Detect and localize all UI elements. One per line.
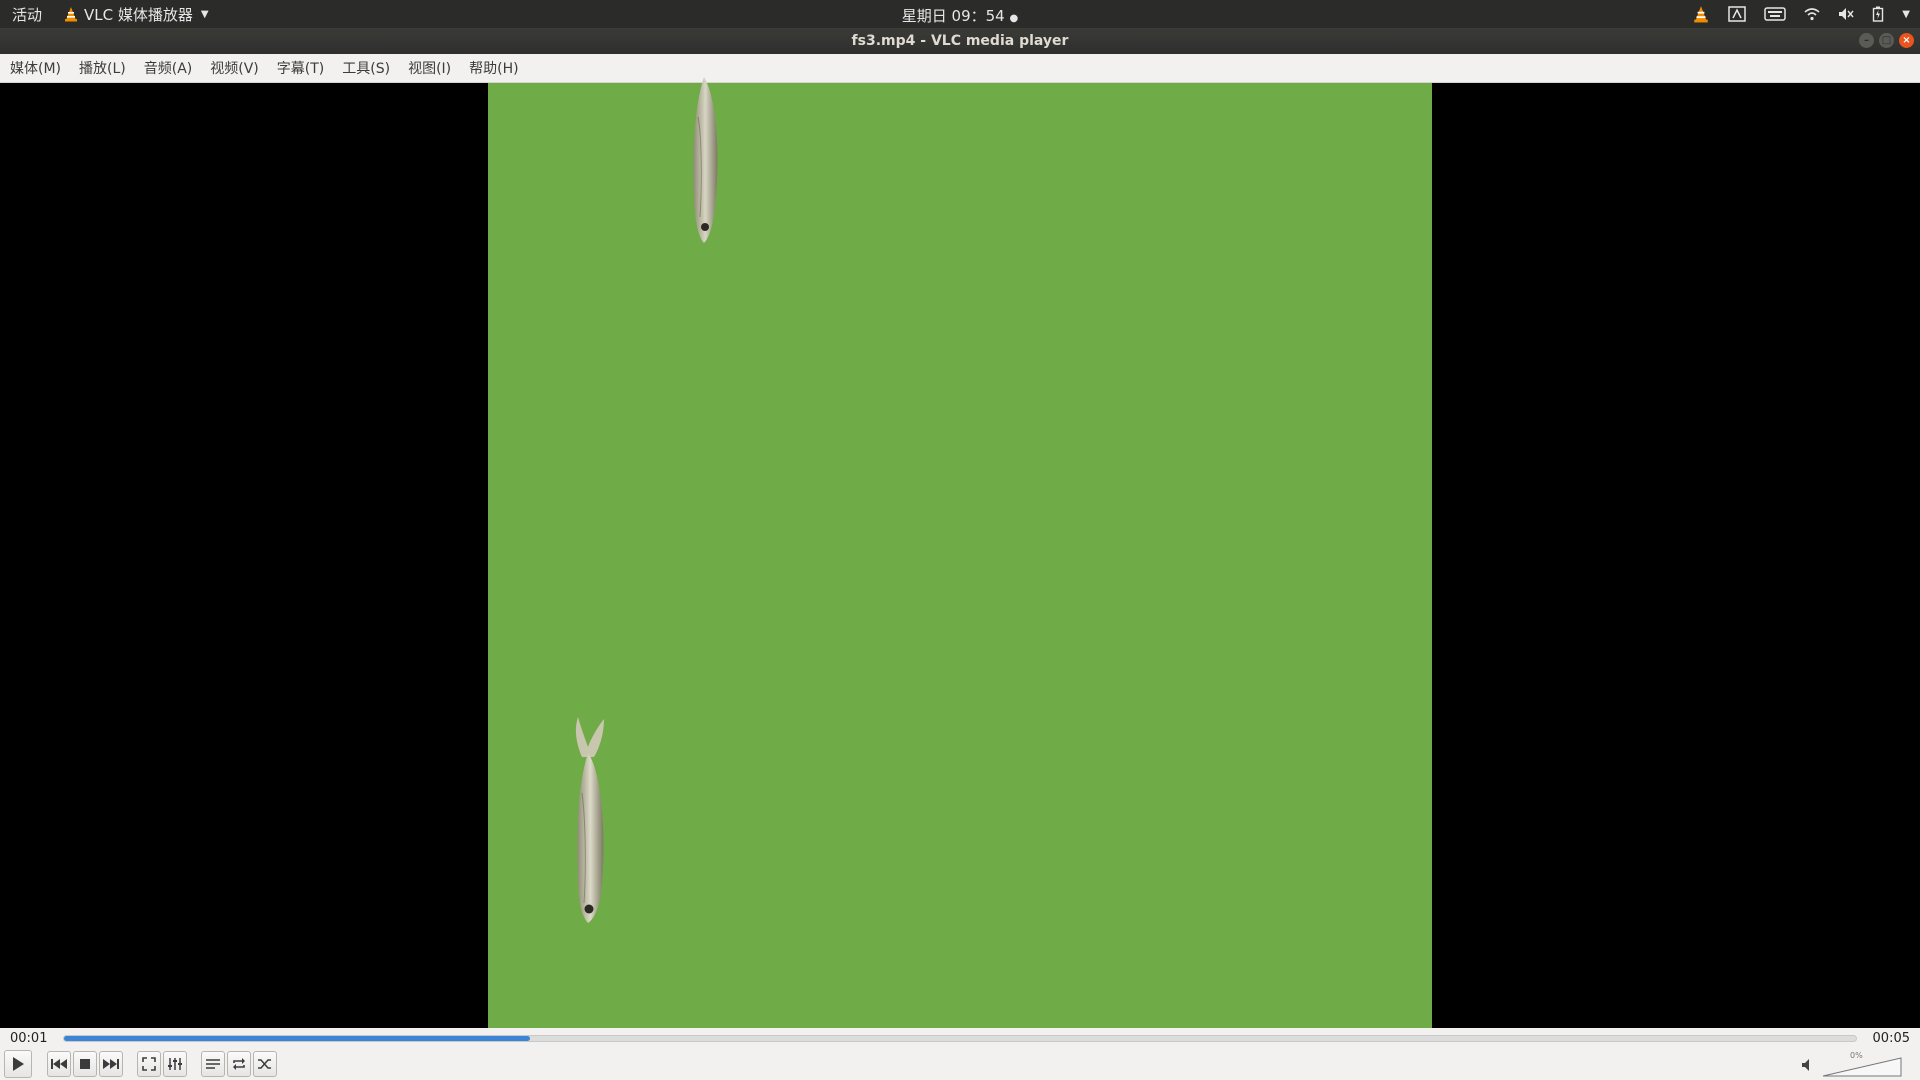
system-menu-caret-icon[interactable]: ▼ [1902,9,1910,20]
loop-button[interactable] [227,1051,251,1077]
volume-slider[interactable] [1822,1057,1902,1077]
stop-icon [80,1059,90,1069]
menu-media[interactable]: 媒体(M) [2,58,69,78]
fish-image [693,77,718,243]
wifi-icon[interactable] [1804,7,1820,21]
playlist-button[interactable] [201,1051,225,1077]
playlist-icon [206,1059,220,1069]
system-tray: ▼ [1692,0,1910,28]
menu-playback[interactable]: 播放(L) [71,58,134,78]
app-menu-button[interactable]: VLC 媒体播放器 ▼ [64,4,209,25]
menu-tools[interactable]: 工具(S) [334,58,398,78]
video-frame [488,77,1432,1028]
clock-label[interactable]: 星期日 09：54 [902,7,1005,25]
window-title-bar[interactable]: fs3.mp4 - VLC media player – □ × [0,28,1920,54]
menu-video[interactable]: 视频(V) [202,58,267,78]
keyboard-icon[interactable] [1764,7,1787,21]
close-button[interactable]: × [1899,33,1914,48]
video-output[interactable] [0,77,1920,1028]
minimize-button[interactable]: – [1859,33,1874,48]
chevron-down-icon: ▼ [200,8,209,20]
play-icon [13,1057,24,1071]
system-top-bar: 活动 VLC 媒体播放器 ▼ 星期日 09：54 ● ▼ [0,0,1920,28]
app-name-label: VLC 媒体播放器 [84,5,193,24]
speaker-icon[interactable] [1802,1059,1814,1074]
vlc-cone-icon [65,7,78,22]
total-time[interactable]: 00:05 [1873,1031,1910,1046]
seek-slider[interactable] [63,1035,1857,1042]
fish-image [575,717,604,923]
previous-button[interactable] [47,1051,71,1077]
skip-back-icon [51,1059,67,1069]
vlc-tray-icon[interactable] [1692,5,1710,23]
seek-progress-fill [64,1036,530,1041]
equalizer-icon [168,1058,182,1070]
extended-settings-button[interactable] [163,1051,187,1077]
accessibility-icon[interactable] [1728,6,1747,22]
window-controls: – □ × [1859,33,1914,48]
next-button[interactable] [99,1051,123,1077]
skip-forward-icon [103,1059,119,1069]
loop-icon [233,1058,245,1070]
button-row: 0% [0,1049,1920,1079]
window-title: fs3.mp4 - VLC media player [851,33,1069,49]
fullscreen-icon [142,1057,156,1071]
play-button[interactable] [4,1050,32,1078]
playback-controls: 00:01 00:05 0% [0,1028,1920,1080]
menu-audio[interactable]: 音频(A) [136,58,201,78]
notification-dot-icon: ● [1009,13,1019,24]
activities-button[interactable]: 活动 [12,4,42,25]
menu-bar: 媒体(M) 播放(L) 音频(A) 视频(V) 字幕(T) 工具(S) 视图(I… [0,54,1920,83]
maximize-button[interactable]: □ [1879,33,1894,48]
stop-button[interactable] [73,1051,97,1077]
shuffle-icon [258,1059,271,1069]
elapsed-time[interactable]: 00:01 [10,1031,47,1046]
seek-row: 00:01 00:05 [0,1028,1920,1048]
battery-icon[interactable] [1872,6,1884,22]
menu-help[interactable]: 帮助(H) [461,58,526,78]
menu-subtitle[interactable]: 字幕(T) [269,58,332,78]
volume-muted-icon[interactable] [1838,7,1854,21]
shuffle-button[interactable] [253,1051,277,1077]
menu-view[interactable]: 视图(I) [400,58,459,78]
clock-area: 星期日 09：54 ● [0,5,1920,26]
volume-control[interactable]: 0% [1802,1051,1912,1077]
fullscreen-button[interactable] [137,1051,161,1077]
